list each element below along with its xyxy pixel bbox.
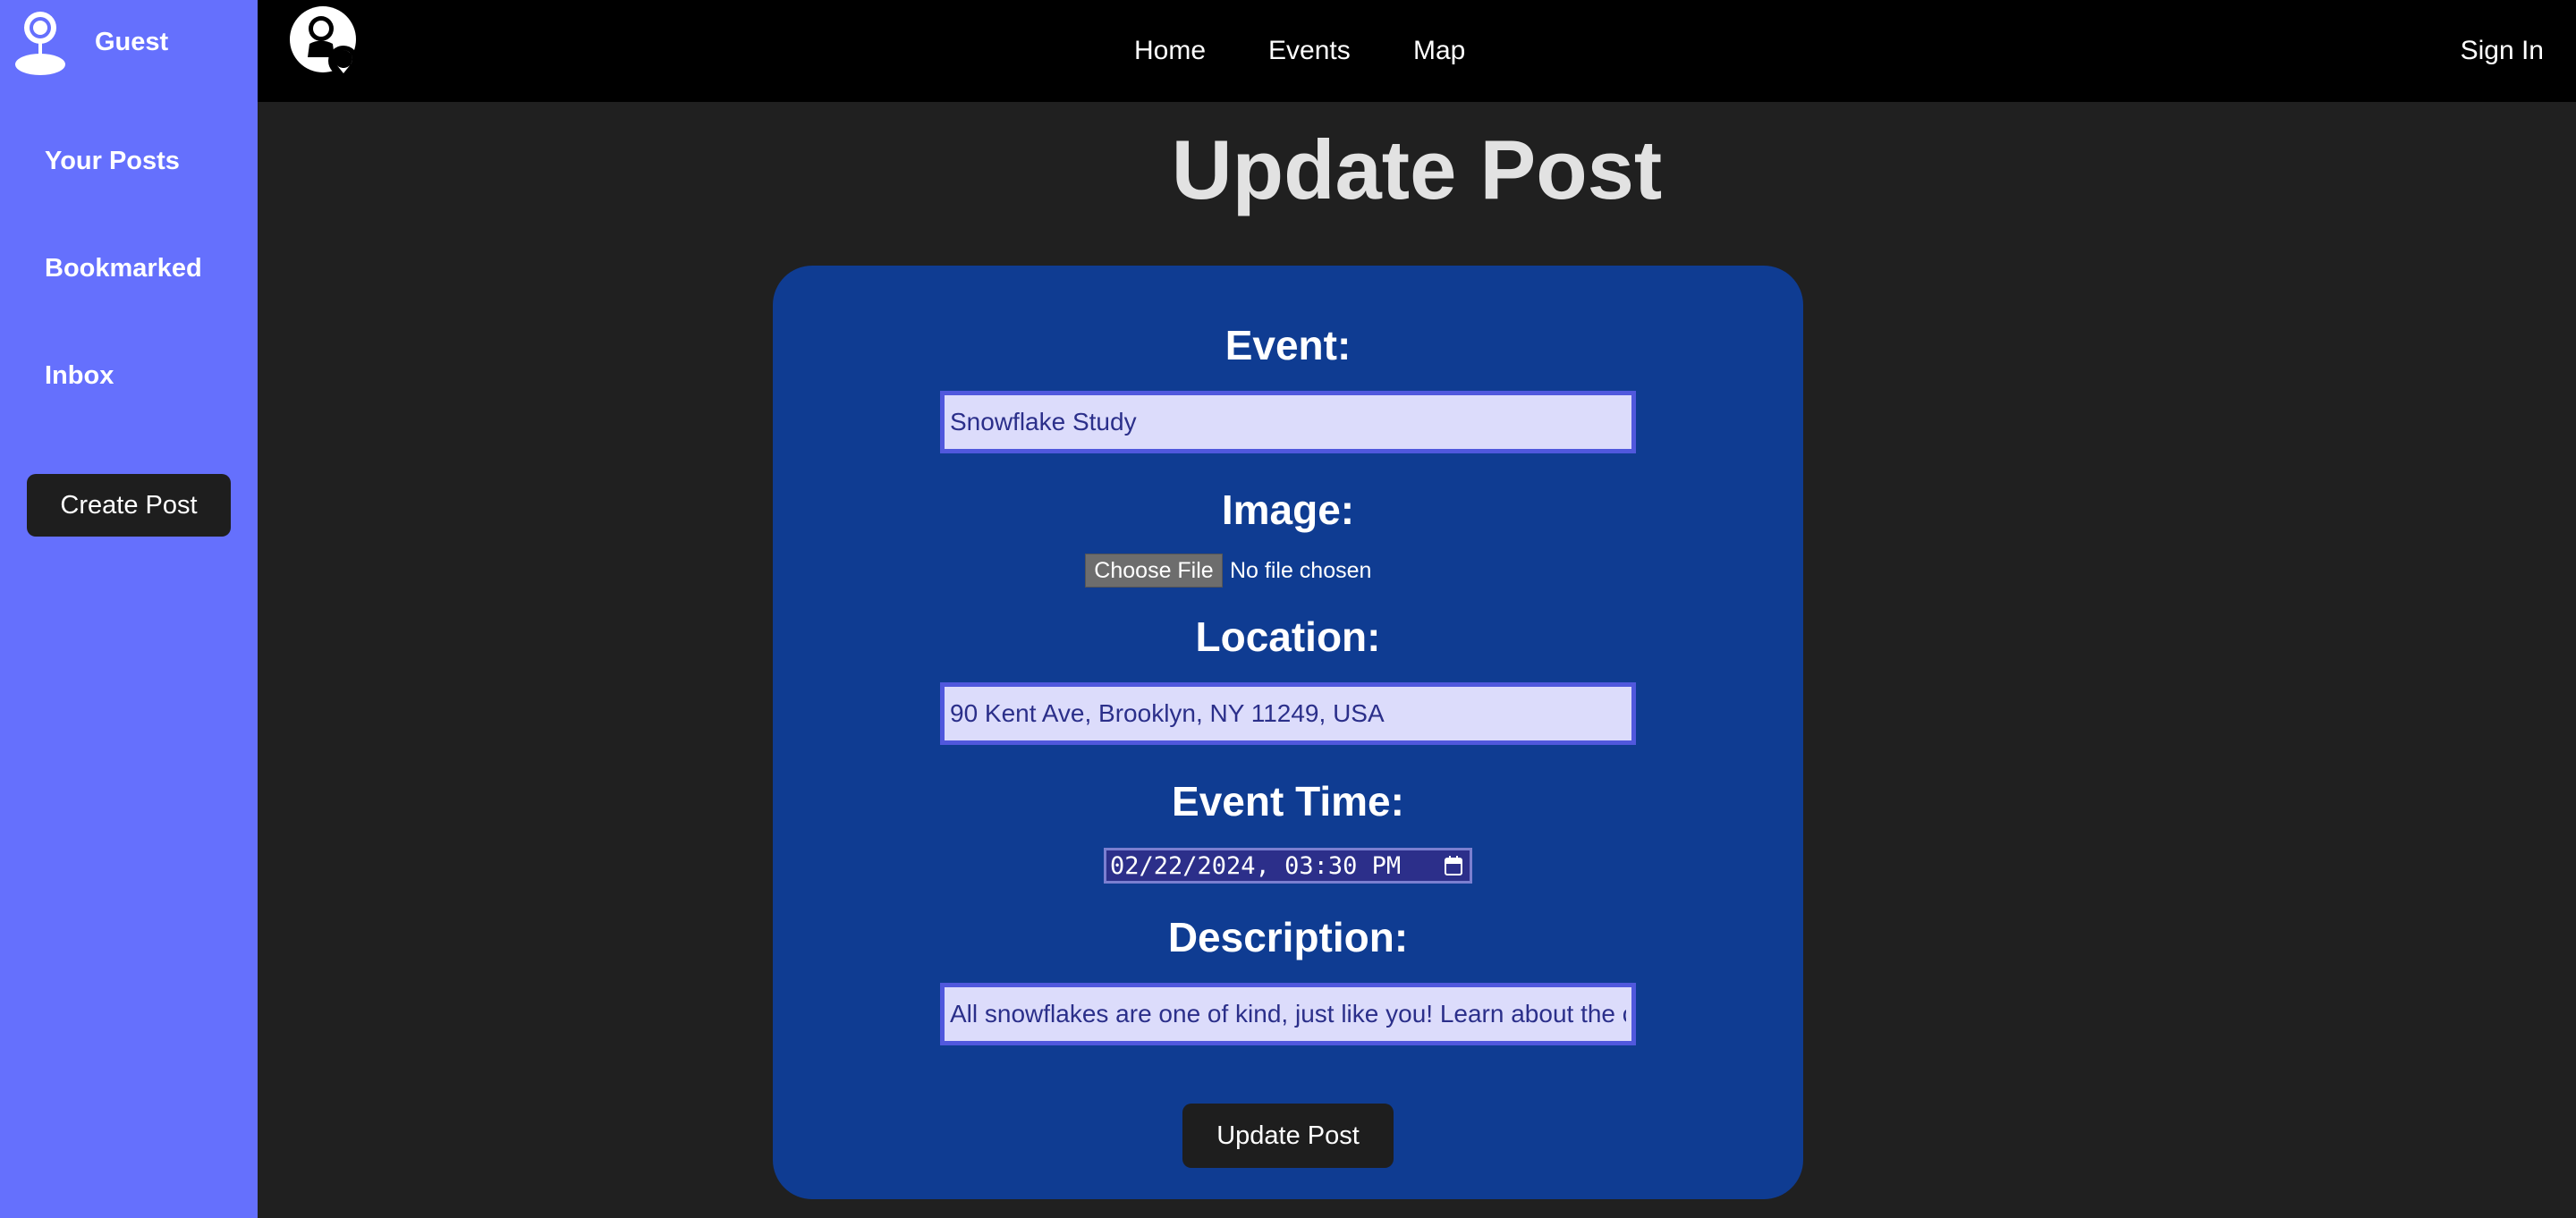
event-time-label: Event Time:: [1172, 778, 1404, 825]
file-status-text: No file chosen: [1230, 557, 1372, 583]
description-label: Description:: [1167, 914, 1409, 960]
user-profile[interactable]: Guest: [14, 9, 168, 75]
sidebar-item-inbox[interactable]: Inbox: [45, 361, 114, 391]
user-avatar-icon: [15, 12, 65, 75]
event-input[interactable]: [940, 391, 1636, 453]
image-file-picker: Choose File No file chosen: [1085, 554, 1371, 588]
sign-in-link[interactable]: Sign In: [2461, 36, 2544, 66]
description-input[interactable]: [940, 983, 1636, 1045]
page-title: Update Post: [1171, 123, 1663, 216]
nav-events-link[interactable]: Events: [1268, 36, 1351, 66]
create-post-button[interactable]: Create Post: [27, 474, 231, 537]
nav-map-link[interactable]: Map: [1413, 36, 1465, 66]
user-name: Guest: [95, 27, 169, 56]
event-time-value: 02/22/2024, 03:30 PM: [1110, 851, 1402, 880]
location-label: Location:: [1195, 613, 1381, 660]
app-logo-icon[interactable]: [290, 4, 360, 79]
sidebar-item-bookmarked[interactable]: Bookmarked: [45, 254, 202, 283]
update-post-form: Event: Image: Choose File No file chosen…: [773, 266, 1803, 1199]
location-input[interactable]: [940, 682, 1636, 745]
event-label: Event:: [1224, 322, 1352, 368]
calendar-icon[interactable]: [1445, 856, 1462, 875]
choose-file-button[interactable]: Choose File: [1085, 554, 1223, 588]
update-post-button[interactable]: Update Post: [1182, 1104, 1394, 1168]
nav-home-link[interactable]: Home: [1134, 36, 1206, 66]
event-time-input[interactable]: 02/22/2024, 03:30 PM: [1104, 848, 1472, 884]
top-navbar: Home Events Map Sign In: [258, 0, 2576, 102]
sidebar: Guest Your Posts Bookmarked Inbox Create…: [0, 0, 258, 1218]
sidebar-item-your-posts[interactable]: Your Posts: [45, 147, 180, 176]
image-label: Image:: [1221, 486, 1355, 533]
